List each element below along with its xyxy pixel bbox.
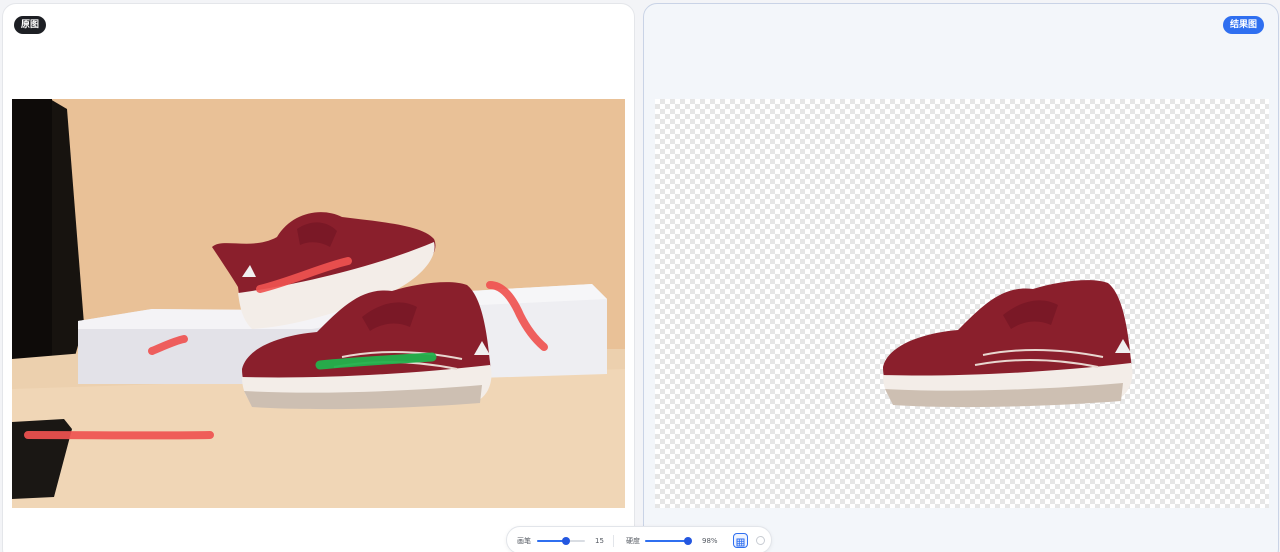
brush-size-value: 15 bbox=[595, 537, 604, 545]
grid-icon bbox=[736, 538, 745, 547]
hardness-slider[interactable] bbox=[645, 537, 693, 545]
cutout-shoe bbox=[883, 280, 1133, 408]
circle-toggle-button[interactable] bbox=[756, 536, 765, 545]
hardness-label: 硬度 bbox=[626, 537, 640, 545]
original-panel: 原图 bbox=[2, 3, 635, 552]
brush-size-label: 画笔 bbox=[517, 537, 531, 545]
result-image-canvas bbox=[655, 99, 1269, 508]
app-root: 原图 结果图 画笔 15 硬度 98% bbox=[0, 0, 1280, 552]
hardness-value: 98% bbox=[702, 537, 718, 545]
grid-toggle-button[interactable] bbox=[733, 533, 748, 548]
original-image-canvas[interactable] bbox=[12, 99, 625, 508]
result-panel: 结果图 bbox=[643, 3, 1279, 552]
original-label: 原图 bbox=[14, 16, 47, 34]
hardness-fill bbox=[645, 540, 689, 542]
original-photo bbox=[12, 99, 625, 508]
brush-size-knob[interactable] bbox=[561, 537, 570, 545]
result-label: 结果图 bbox=[1222, 16, 1264, 34]
toolbar-divider bbox=[613, 535, 614, 547]
brush-size-slider[interactable] bbox=[537, 537, 585, 545]
hardness-knob[interactable] bbox=[684, 537, 693, 545]
brush-toolbar: 画笔 15 硬度 98% bbox=[506, 526, 772, 552]
